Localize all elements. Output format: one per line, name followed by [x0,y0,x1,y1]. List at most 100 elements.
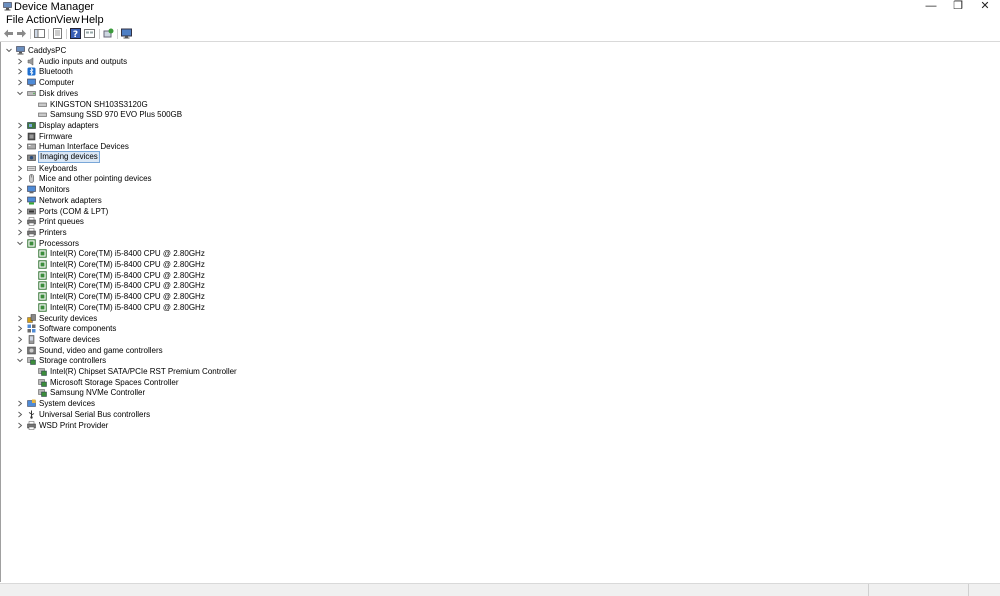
update-driver-icon[interactable] [103,28,114,39]
minimize-button[interactable]: — [917,0,945,13]
tree-item-label: Sound, video and game controllers [39,345,163,355]
hid-icon [27,142,36,151]
tree-device-intel-r-core-tm-i5-8400-cpu-2-80ghz[interactable]: Intel(R) Core(TM) i5-8400 CPU @ 2.80GHz [1,302,901,313]
expand-chevron-icon[interactable] [16,216,24,227]
menu-view[interactable]: View [56,14,80,26]
tree-category-human-interface-devices[interactable]: Human Interface Devices [1,141,901,152]
expand-chevron-icon[interactable] [16,409,24,420]
tree-device-intel-r-core-tm-i5-8400-cpu-2-80ghz[interactable]: Intel(R) Core(TM) i5-8400 CPU @ 2.80GHz [1,280,901,291]
disk-drive-icon [27,89,36,98]
close-button[interactable]: ✕ [971,0,999,13]
tree-device-samsung-ssd-970-evo-plus-500gb[interactable]: Samsung SSD 970 EVO Plus 500GB [1,109,901,120]
tree-category-storage-controllers[interactable]: Storage controllers [1,355,901,366]
collapse-chevron-icon[interactable] [16,88,24,99]
tree-category-computer[interactable]: Computer [1,77,901,88]
expand-chevron-icon[interactable] [16,141,24,152]
expand-chevron-icon[interactable] [16,313,24,324]
tree-root-computer[interactable]: CaddysPC [1,45,901,56]
expand-chevron-icon[interactable] [16,131,24,142]
tree-category-keyboards[interactable]: Keyboards [1,163,901,174]
tree-device-kingston-sh103s3120g[interactable]: KINGSTON SH103S3120G [1,99,901,110]
device-tree[interactable]: CaddysPC Audio inputs and outputs Bluetoot… [0,42,999,582]
expand-chevron-icon[interactable] [16,66,24,77]
tree-device-samsung-nvme-controller[interactable]: Samsung NVMe Controller [1,387,901,398]
tree-item-label: Computer [39,78,75,88]
print-queue-icon [27,217,36,226]
expand-chevron-icon[interactable] [16,120,24,131]
software-component-icon [27,324,36,333]
expand-chevron-icon[interactable] [16,173,24,184]
expand-chevron-icon[interactable] [16,77,24,88]
tree-category-software-components[interactable]: Software components [1,323,901,334]
expand-chevron-icon[interactable] [16,152,24,163]
collapse-chevron-icon[interactable] [5,45,13,56]
menu-help[interactable]: Help [81,14,104,26]
tree-device-intel-r-core-tm-i5-8400-cpu-2-80ghz[interactable]: Intel(R) Core(TM) i5-8400 CPU @ 2.80GHz [1,270,901,281]
tree-item-label: Storage controllers [39,356,107,366]
properties-icon[interactable] [52,28,63,39]
view-icon[interactable] [84,28,95,39]
expand-chevron-icon[interactable] [16,227,24,238]
collapse-chevron-icon[interactable] [16,238,24,249]
expand-chevron-icon[interactable] [16,56,24,67]
tree-item-label: Print queues [39,217,84,227]
tree-category-firmware[interactable]: Firmware [1,131,901,142]
menu-action[interactable]: Action [26,14,57,26]
tree-category-printers[interactable]: Printers [1,227,901,238]
forward-icon[interactable] [16,28,27,39]
tree-category-disk-drives[interactable]: Disk drives [1,88,901,99]
tree-category-audio-inputs-and-outputs[interactable]: Audio inputs and outputs [1,56,901,67]
expand-chevron-icon[interactable] [16,398,24,409]
expand-chevron-icon[interactable] [16,323,24,334]
tree-category-wsd-print-provider[interactable]: WSD Print Provider [1,420,901,431]
tree-category-display-adapters[interactable]: Display adapters [1,120,901,131]
expand-chevron-icon[interactable] [16,345,24,356]
cpu-icon [38,270,47,280]
tree-category-monitors[interactable]: Monitors [1,184,901,195]
collapse-chevron-icon[interactable] [16,355,24,366]
tree-category-mice-and-other-pointing-devices[interactable]: Mice and other pointing devices [1,173,901,184]
expand-chevron-icon[interactable] [16,420,24,431]
tree-category-processors[interactable]: Processors [1,238,901,249]
printer-icon [27,228,36,237]
menu-file[interactable]: File [6,14,24,26]
tree-category-security-devices[interactable]: Security devices [1,313,901,324]
tree-item-label: Printers [39,227,67,237]
restore-button[interactable]: ❐ [944,0,972,13]
expand-chevron-icon[interactable] [16,195,24,206]
tree-item-label: KINGSTON SH103S3120G [50,99,148,109]
tree-category-network-adapters[interactable]: Network adapters [1,195,901,206]
tree-device-intel-r-core-tm-i5-8400-cpu-2-80ghz[interactable]: Intel(R) Core(TM) i5-8400 CPU @ 2.80GHz [1,248,901,259]
network-adapter-icon [27,196,36,205]
tree-category-system-devices[interactable]: System devices [1,398,901,409]
tree-item-label: Samsung SSD 970 EVO Plus 500GB [50,110,183,120]
tree-device-intel-r-core-tm-i5-8400-cpu-2-80ghz[interactable]: Intel(R) Core(TM) i5-8400 CPU @ 2.80GHz [1,259,901,270]
tree-category-ports-com-lpt[interactable]: Ports (COM & LPT) [1,206,901,217]
show-hide-console-tree-icon[interactable] [34,28,45,39]
expand-chevron-icon[interactable] [16,163,24,174]
tree-category-sound-video-and-game-controllers[interactable]: Sound, video and game controllers [1,345,901,356]
title-bar: Device Manager — ❐ ✕ [0,0,1000,13]
expand-chevron-icon[interactable] [16,206,24,217]
tree-category-software-devices[interactable]: Software devices [1,334,901,345]
toolbar-separator [30,29,31,39]
tree-item-label: Software devices [39,334,100,344]
back-icon[interactable] [3,28,14,39]
expand-chevron-icon[interactable] [16,334,24,345]
tree-category-print-queues[interactable]: Print queues [1,216,901,227]
tree-item-label: Intel(R) Core(TM) i5-8400 CPU @ 2.80GHz [50,270,205,280]
tree-item-label: Security devices [39,313,98,323]
expand-chevron-icon[interactable] [16,184,24,195]
storage-child-icon [38,367,47,376]
help-icon[interactable]: ? [70,28,81,39]
storage-controller-icon [27,356,36,366]
status-bar [0,583,1000,596]
tree-category-bluetooth[interactable]: Bluetooth [1,66,901,77]
tree-category-universal-serial-bus-controllers[interactable]: Universal Serial Bus controllers [1,409,901,420]
tree-device-microsoft-storage-spaces-controller[interactable]: Microsoft Storage Spaces Controller [1,377,901,388]
tree-category-imaging-devices[interactable]: Imaging devices [1,151,901,163]
scan-hardware-icon[interactable] [121,28,132,39]
tree-device-intel-r-core-tm-i5-8400-cpu-2-80ghz[interactable]: Intel(R) Core(TM) i5-8400 CPU @ 2.80GHz [1,291,901,302]
svg-text:?: ? [73,30,78,39]
tree-device-intel-r-chipset-sata-pcie-rst-premium-controller[interactable]: Intel(R) Chipset SATA/PCIe RST Premium C… [1,366,901,377]
